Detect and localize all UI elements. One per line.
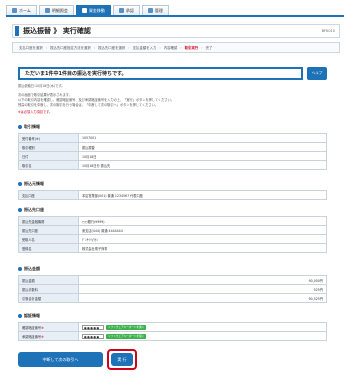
table-row: 振込先口座 東支店(444) 普通 4444444	[18, 225, 327, 235]
required-note: ※は必須入力項目です。	[18, 110, 53, 114]
tab-statements[interactable]: 明細照会	[38, 5, 74, 15]
home-icon	[12, 8, 17, 13]
section-bullet	[18, 208, 22, 212]
title-marker	[15, 26, 19, 36]
auth-table: 確認暗証番号※ ●●●●● ソフトウェアキーボードを開く 承認暗証番号※ ●●●●…	[18, 322, 327, 341]
step-1: 支払口座を選択	[19, 46, 43, 50]
table-row: 受付番号(※) 1057001	[18, 133, 327, 143]
section-bullet	[18, 182, 22, 186]
section-bullet	[18, 267, 22, 271]
software-keyboard-button[interactable]: ソフトウェアキーボードを開く	[106, 333, 147, 339]
approval-password-input[interactable]: ●●●●●	[82, 333, 104, 339]
section-bullet	[18, 125, 22, 129]
tab-approval[interactable]: 承認	[112, 5, 140, 15]
transaction-table: 受付番号(※) 1057001 取引種別 振込振替 日付 10月18日 取引名 10月1…	[18, 133, 327, 170]
step-3: 振込先口座を選択	[98, 46, 126, 50]
field-label: 確認暗証番号	[22, 325, 42, 330]
table-row: 振込先金融機関 ○○銀行(9999)	[18, 216, 327, 226]
required-mark: ※	[41, 334, 44, 339]
section-title: 振込金額	[24, 266, 40, 271]
screen-code: BFK010	[321, 29, 335, 33]
section-amount: 振込金額	[18, 266, 40, 272]
tab-transfer[interactable]: 資金移動	[75, 5, 111, 15]
tab-underline	[6, 15, 344, 17]
section-title: 認証情報	[24, 313, 40, 318]
tab-admin[interactable]: 管理	[141, 5, 169, 15]
check-icon	[118, 8, 124, 13]
required-mark: ※	[41, 325, 44, 330]
suspend-next-button[interactable]: 中断して次の取引へ	[18, 352, 103, 367]
progress-steps: 支払口座を選択 › 振込先口座指定方法を選択 › 振込先口座を選択 › 支払金額を入力…	[12, 42, 340, 53]
tab-label: 資金移動	[88, 7, 105, 13]
table-row: 確認暗証番号※ ●●●●● ソフトウェアキーボードを開く	[18, 322, 327, 332]
section-auth: 認証情報	[18, 313, 40, 319]
section-transaction: 取引情報	[18, 124, 40, 130]
table-row: 取引名 10月18日分 振込先	[18, 160, 327, 170]
table-row: 振込金額 90,000円	[18, 275, 327, 285]
section-title: 振込先口座	[24, 207, 44, 212]
confirm-password-input[interactable]: ●●●●●	[82, 324, 104, 330]
tab-label: 明細照会	[51, 7, 68, 13]
section-payer: 振込元情報	[18, 181, 44, 187]
step-5: 内容確認	[163, 46, 178, 50]
page-header: 振込振替 》 実行確認 BFK010	[12, 24, 340, 38]
step-6-current: 取引実行	[184, 46, 199, 50]
table-row: 日付 10月18日	[18, 151, 327, 161]
help-button[interactable]: ヘルプ	[307, 67, 327, 80]
step-7: 完了	[205, 46, 213, 50]
table-row: 登録名 株式会社電子商事	[18, 243, 327, 253]
table-row: 引落合計金額 90,525円	[18, 293, 327, 303]
table-row: 受取人名 ﾃﾞﾝｻｲﾘｮｳﾋﾝ	[18, 234, 327, 244]
info-line: 残高の取引を中断し、次の取引を行う場合は、「中断して次の取引へ」ボタンを押してく…	[18, 103, 158, 107]
amount-table: 振込金額 90,000円 振込手数料 525円 引落合計金額 90,525円	[18, 275, 327, 303]
settings-icon	[147, 8, 153, 13]
page-title: 振込振替 》 実行確認	[23, 27, 91, 35]
section-title: 振込元情報	[24, 181, 44, 186]
execute-button[interactable]: 実 行	[111, 353, 133, 366]
status-banner: ただいま1件中1件目の振込を実行待ちです。	[18, 67, 303, 80]
section-payee: 振込先口座	[18, 207, 44, 213]
step-4: 支払金額を入力	[132, 46, 157, 50]
field-label: 承認暗証番号	[22, 334, 42, 339]
main-tabs: ホーム 明細照会 資金移動 承認 管理	[6, 5, 169, 15]
section-bullet	[18, 314, 22, 318]
payer-table: 支払口座 本店営業部(001) 普通 1234567 代表口座	[18, 190, 327, 200]
tab-label: ホーム	[19, 7, 31, 13]
section-title: 取引情報	[24, 124, 40, 129]
transfer-icon	[81, 8, 87, 13]
table-row: 振込手数料 525円	[18, 284, 327, 294]
list-icon	[44, 8, 50, 13]
tab-label: 承認	[125, 7, 134, 13]
step-2: 振込先口座指定方法を選択	[50, 46, 91, 50]
payee-table: 振込先金融機関 ○○銀行(9999) 振込先口座 東支店(444) 普通 44444…	[18, 216, 327, 253]
table-row: 支払口座 本店営業部(001) 普通 1234567 代表口座	[18, 190, 327, 200]
tab-label: 管理	[154, 7, 163, 13]
table-row: 取引種別 振込振替	[18, 142, 327, 152]
table-row: 承認暗証番号※ ●●●●● ソフトウェアキーボードを開く	[18, 331, 327, 341]
tab-home[interactable]: ホーム	[6, 5, 37, 15]
info-line: 振込依頼日:10月18日(水)です。	[18, 84, 65, 88]
software-keyboard-button[interactable]: ソフトウェアキーボードを開く	[106, 324, 147, 330]
